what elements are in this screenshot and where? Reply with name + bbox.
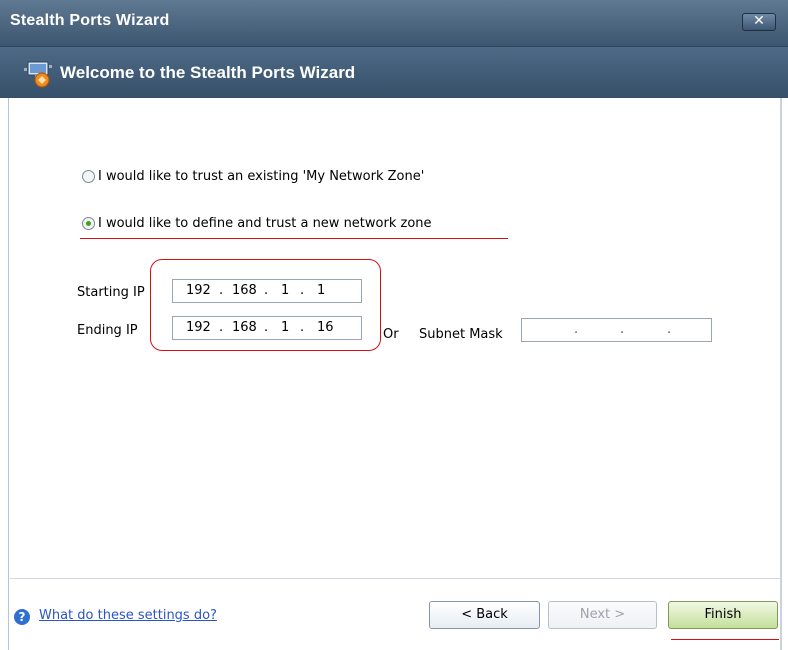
window-title: Stealth Ports Wizard bbox=[10, 12, 170, 29]
footer-separator bbox=[10, 578, 780, 579]
wizard-header: Welcome to the Stealth Ports Wizard bbox=[0, 46, 788, 98]
content-left-border bbox=[8, 98, 9, 650]
annotation-underline-option bbox=[80, 238, 508, 239]
radio-existing-zone[interactable] bbox=[82, 170, 95, 183]
subnet-mask-input[interactable]: . . . bbox=[521, 318, 712, 342]
close-button[interactable]: ✕ bbox=[742, 13, 776, 31]
annotation-underline-finish bbox=[671, 639, 779, 640]
help-icon[interactable]: ? bbox=[14, 609, 30, 625]
back-button[interactable]: < Back bbox=[429, 601, 540, 629]
title-bar: Stealth Ports Wizard ✕ bbox=[0, 0, 788, 46]
help-link[interactable]: What do these settings do? bbox=[39, 608, 217, 623]
page-title: Welcome to the Stealth Ports Wizard bbox=[60, 63, 356, 82]
option-new-zone[interactable]: I would like to define and trust a new n… bbox=[82, 216, 432, 231]
close-icon: ✕ bbox=[753, 13, 765, 29]
starting-ip-label: Starting IP bbox=[77, 285, 145, 300]
annotation-ip-highlight bbox=[150, 259, 381, 351]
subnet-mask-label: Subnet Mask bbox=[419, 327, 503, 342]
ending-ip-label: Ending IP bbox=[77, 323, 138, 338]
radio-new-zone[interactable] bbox=[82, 217, 95, 230]
option-existing-zone-label: I would like to trust an existing 'My Ne… bbox=[98, 169, 425, 184]
option-new-zone-label: I would like to define and trust a new n… bbox=[98, 216, 432, 231]
next-button[interactable]: Next > bbox=[548, 601, 657, 629]
content-right-border bbox=[780, 98, 782, 650]
finish-button[interactable]: Finish bbox=[668, 601, 778, 629]
or-label: Or bbox=[383, 327, 399, 342]
wizard-network-icon bbox=[24, 61, 52, 88]
option-existing-zone[interactable]: I would like to trust an existing 'My Ne… bbox=[82, 169, 424, 184]
